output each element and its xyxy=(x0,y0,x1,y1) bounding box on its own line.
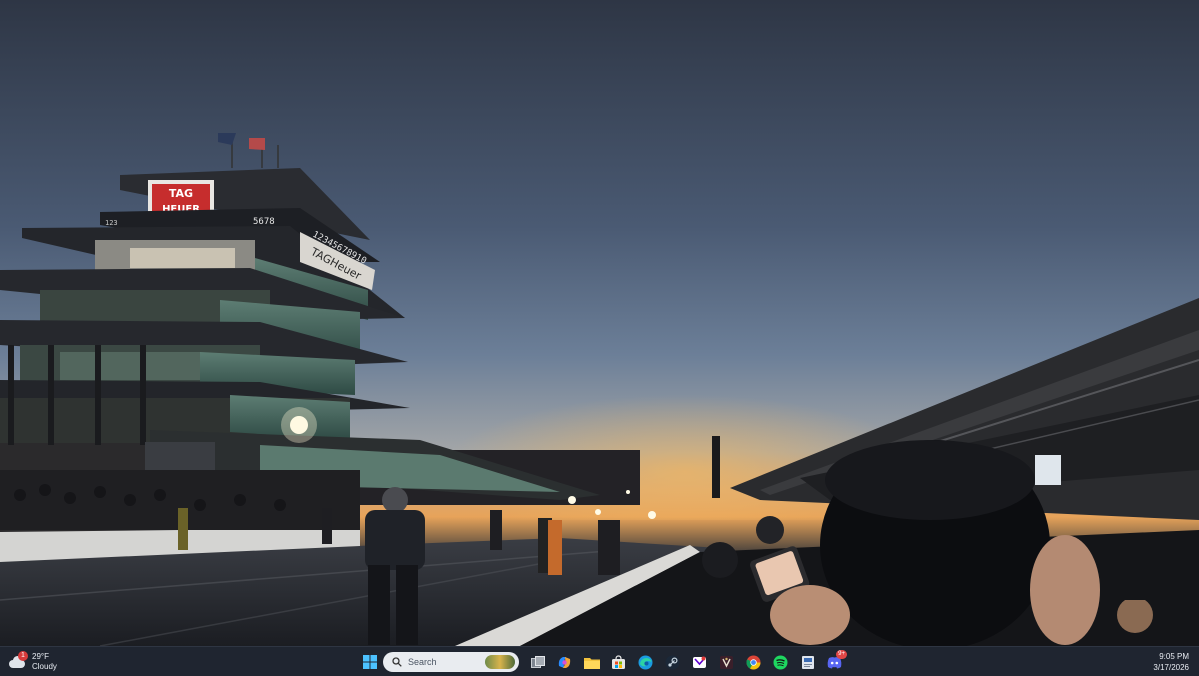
weather-badge: 1 xyxy=(18,651,28,661)
chrome-icon xyxy=(746,655,761,669)
yahoo-mail-button[interactable] xyxy=(686,650,713,674)
taskbar: 1 29°F Cloudy Search 9+ 9:05 PM 3/17/202… xyxy=(0,646,1199,676)
weather-temperature: 29°F xyxy=(32,652,49,661)
task-view-icon xyxy=(530,656,545,668)
spotify-button[interactable] xyxy=(767,650,794,674)
chrome-button[interactable] xyxy=(740,650,767,674)
store-icon xyxy=(612,654,625,669)
weather-condition: Cloudy xyxy=(32,662,57,671)
game-icon xyxy=(720,655,733,669)
tag-heuer-logo-line1: TAG xyxy=(169,187,193,200)
edge-button[interactable] xyxy=(632,650,659,674)
taskbar-apps: Search 9+ xyxy=(356,650,848,674)
search-placeholder: Search xyxy=(408,657,437,667)
copilot-icon xyxy=(558,656,571,668)
document-icon xyxy=(801,655,814,669)
clock-date: 3/17/2026 xyxy=(1153,663,1189,672)
folder-icon xyxy=(583,657,600,669)
desktop-wallpaper: TAG HEUER 5678 123 12345678910 TAGHeuer xyxy=(0,0,1199,646)
cloudy-weather-icon: 1 xyxy=(8,651,28,669)
file-explorer-button[interactable] xyxy=(578,650,605,674)
pagoda-numbers-left: 123 xyxy=(105,219,118,227)
desktop-screen: TAG HEUER 5678 123 12345678910 TAGHeuer xyxy=(0,0,1199,676)
search-input[interactable]: Search xyxy=(383,652,519,672)
task-view-button[interactable] xyxy=(524,650,551,674)
edge-icon xyxy=(638,655,653,669)
steam-button[interactable] xyxy=(659,650,686,674)
copilot-button[interactable] xyxy=(551,650,578,674)
system-clock[interactable]: 9:05 PM 3/17/2026 xyxy=(1153,651,1189,673)
microsoft-store-button[interactable] xyxy=(605,650,632,674)
windows-logo-icon xyxy=(362,655,377,669)
weather-widget[interactable]: 1 29°F Cloudy xyxy=(8,650,57,674)
search-icon xyxy=(391,656,403,668)
game-app-button[interactable] xyxy=(713,650,740,674)
yahoo-icon xyxy=(693,656,706,668)
discord-notification-badge: 9+ xyxy=(836,650,847,659)
clock-time: 9:05 PM xyxy=(1159,652,1189,661)
document-app-button[interactable] xyxy=(794,650,821,674)
pagoda-numbers-side: 5678 xyxy=(253,217,275,227)
spotify-icon xyxy=(773,655,788,669)
steam-icon xyxy=(665,655,680,669)
discord-button[interactable]: 9+ xyxy=(821,650,848,674)
start-button[interactable] xyxy=(356,650,383,674)
search-highlight-image xyxy=(485,655,515,669)
